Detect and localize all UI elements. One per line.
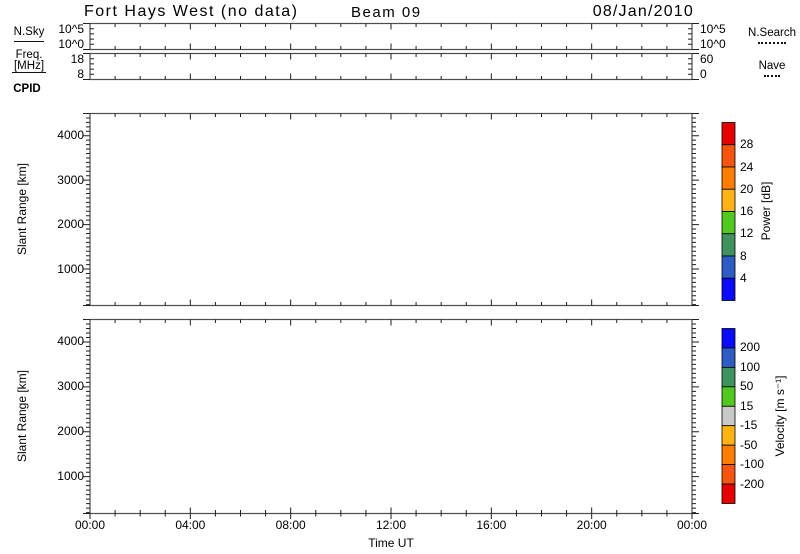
nave-legend: Nave	[741, 60, 800, 77]
strip-tick-label: 10^5	[700, 21, 726, 36]
colorbar-tick-label: 200	[740, 340, 761, 355]
colorbar-tick-label: 16	[740, 204, 754, 218]
colorbar-tick-label: 24	[740, 159, 754, 174]
power-colorbar-segment	[721, 255, 736, 279]
y-tick-label: 1000	[57, 469, 84, 484]
axis-ticks	[83, 23, 699, 519]
velocity-colorbar-segment	[721, 483, 736, 504]
nave-dotted-line-icon	[764, 75, 780, 77]
nsearch-dotted-line-icon	[758, 42, 786, 44]
velocity-colorbar-segment	[721, 366, 736, 388]
power-colorbar-segment	[721, 166, 736, 190]
strip-tick-label: 10^5	[58, 21, 84, 36]
power-colorbar-segment	[721, 233, 736, 257]
power-colorbar-segment	[721, 122, 736, 146]
nsearch-label: N.Search	[748, 27, 796, 39]
y-tick-label: 3000	[57, 172, 84, 187]
colorbar-tick-label: -50	[740, 437, 758, 452]
strip-tick-label: 10^0	[700, 36, 726, 51]
velocity-colorbar-title: Velocity [m s⁻¹]	[773, 375, 787, 457]
date-label: 08/Jan/2010	[592, 3, 694, 20]
velocity-colorbar-segment	[721, 464, 736, 485]
power-colorbar-segment	[721, 211, 736, 235]
power-colorbar-segment	[721, 144, 736, 168]
x-tick-label: 00:00	[676, 517, 708, 532]
y-tick-label: 4000	[57, 334, 84, 349]
colorbar-tick-label: 100	[740, 359, 761, 374]
x-tick-label: 20:00	[576, 517, 607, 532]
panel-frame	[89, 318, 693, 515]
x-tick-label: 04:00	[175, 517, 206, 532]
page-title: Fort Hays West (no data)	[84, 3, 299, 20]
velocity-colorbar-segment	[721, 328, 736, 349]
velocity-colorbar-segment	[721, 405, 736, 427]
velocity-colorbar-segment	[721, 386, 736, 407]
time-axis-label: Time UT	[368, 536, 414, 550]
superdarn-summary-plot: Fort Hays West (no data) Beam 09 08/Jan/…	[0, 0, 800, 554]
strip-tick-label: 10^0	[58, 36, 84, 51]
axes-layer	[83, 22, 736, 519]
panel-frame	[89, 112, 693, 307]
nave-label: Nave	[758, 60, 786, 72]
x-tick-label: 16:00	[476, 517, 507, 532]
nsearch-legend: N.Search	[741, 27, 800, 44]
velocity-colorbar-segment	[721, 425, 736, 446]
colorbar-tick-label: -200	[740, 476, 765, 491]
beam-label: Beam 09	[351, 4, 422, 21]
y-tick-label: 1000	[57, 261, 84, 276]
y-tick-label: 2000	[57, 424, 84, 439]
colorbar-tick-label: 28	[740, 137, 754, 152]
y-tick-label: 3000	[57, 379, 84, 394]
strip-tick-label: 0	[700, 66, 707, 81]
strip-tick-label: 60	[700, 51, 714, 66]
slant-range-axis-label-power: Slant Range [km]	[15, 162, 29, 256]
x-tick-label: 08:00	[275, 517, 306, 532]
x-tick-label: 00:00	[74, 517, 106, 532]
y-tick-label: 4000	[57, 128, 84, 143]
power-colorbar-title: Power [dB]	[759, 181, 773, 241]
velocity-colorbar-segment	[721, 347, 736, 368]
velocity-colorbar-segment	[721, 444, 736, 466]
colorbar-tick-label: 12	[740, 226, 754, 241]
x-tick-label: 12:00	[375, 517, 407, 532]
strip-tick-label: 18	[70, 51, 84, 66]
y-tick-label: 2000	[57, 217, 84, 232]
colorbar-tick-label: -15	[740, 418, 758, 433]
colorbar-tick-label: 8	[740, 248, 747, 263]
colorbar-tick-label: 4	[740, 270, 747, 285]
colorbar-tick-label: 15	[740, 398, 754, 413]
power-colorbar-segment	[721, 188, 736, 212]
colorbar-tick-label: -100	[740, 457, 765, 472]
colorbar-tick-label: 50	[740, 379, 754, 394]
strip-tick-label: 8	[77, 66, 84, 81]
slant-range-axis-label-velocity: Slant Range [km]	[15, 369, 29, 463]
colorbar-tick-label: 20	[740, 181, 754, 196]
cpid-label: CPID	[13, 83, 41, 95]
power-colorbar-segment	[721, 277, 736, 301]
